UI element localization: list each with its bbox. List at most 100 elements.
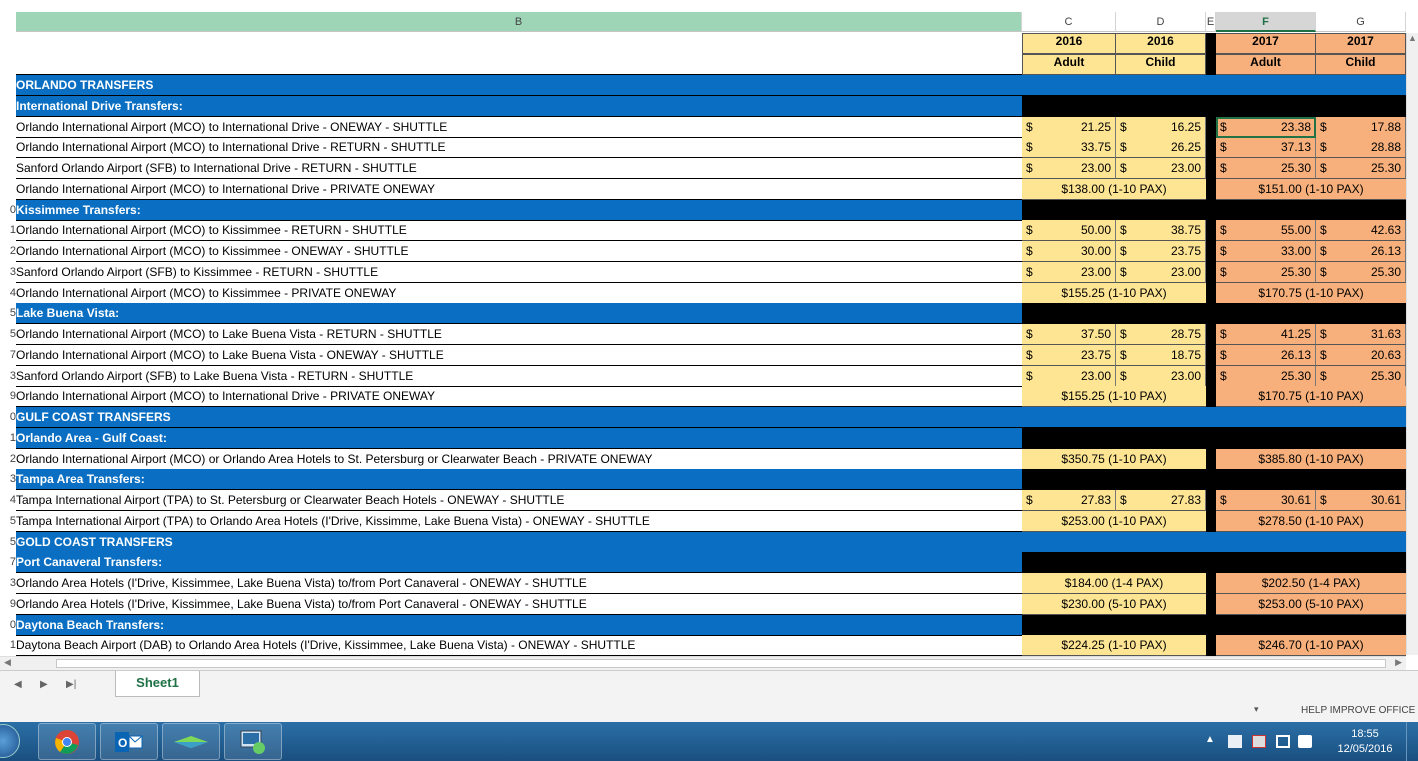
next-sheet-icon[interactable]: ▶ bbox=[40, 679, 48, 690]
price-cell-d[interactable]: $23.00 bbox=[1116, 366, 1206, 387]
price-cell-f[interactable]: $25.30 bbox=[1216, 262, 1316, 283]
row-number[interactable]: 4 bbox=[0, 287, 16, 299]
vertical-scrollbar[interactable]: ▲ bbox=[1406, 33, 1418, 655]
price-2017-cell[interactable]: $246.70 (1-10 PAX) bbox=[1216, 635, 1406, 656]
tray-expand-icon[interactable]: ▲ bbox=[1205, 734, 1215, 745]
display-icon[interactable] bbox=[1276, 735, 1290, 748]
network-icon[interactable] bbox=[1252, 735, 1266, 748]
column-header-e[interactable]: E bbox=[1206, 12, 1216, 32]
price-cell-f[interactable]: $30.61 bbox=[1216, 490, 1316, 511]
price-cell-f[interactable]: $23.38 bbox=[1216, 117, 1316, 138]
show-desktop-button[interactable] bbox=[1406, 722, 1418, 761]
help-improve-link[interactable]: HELP IMPROVE OFFICE bbox=[1301, 705, 1415, 716]
row-number[interactable]: 7 bbox=[0, 349, 16, 361]
price-cell-g[interactable]: $28.88 bbox=[1316, 137, 1406, 158]
scroll-up-icon[interactable]: ▲ bbox=[1407, 33, 1418, 43]
sheet-tab-sheet1[interactable]: Sheet1 bbox=[115, 671, 200, 697]
price-cell-d[interactable]: $27.83 bbox=[1116, 490, 1206, 511]
section-heading-cell[interactable]: Kissimmee Transfers: bbox=[16, 200, 1022, 221]
price-cell-f[interactable]: $55.00 bbox=[1216, 220, 1316, 241]
price-2017-cell[interactable]: $170.75 (1-10 PAX) bbox=[1216, 386, 1406, 407]
price-cell-g[interactable]: $25.30 bbox=[1316, 262, 1406, 283]
explorer-taskbar-button[interactable] bbox=[162, 723, 220, 760]
scroll-right-icon[interactable]: ▶ bbox=[1395, 657, 1402, 668]
price-2017-cell[interactable]: $385.80 (1-10 PAX) bbox=[1216, 449, 1406, 470]
price-cell-c[interactable]: $23.00 bbox=[1022, 262, 1116, 283]
price-cell-g[interactable]: $26.13 bbox=[1316, 241, 1406, 262]
row-number[interactable]: 4 bbox=[0, 494, 16, 506]
price-cell-g[interactable]: $25.30 bbox=[1316, 366, 1406, 387]
price-cell-d[interactable]: $38.75 bbox=[1116, 220, 1206, 241]
row-number[interactable]: 1 bbox=[0, 432, 16, 444]
route-description-cell[interactable]: Orlando International Airport (MCO) or O… bbox=[16, 449, 1022, 470]
section-heading-cell[interactable]: Daytona Beach Transfers: bbox=[16, 615, 1022, 636]
action-center-icon[interactable] bbox=[1228, 735, 1242, 748]
route-description-cell[interactable]: Orlando International Airport (MCO) to L… bbox=[16, 345, 1022, 366]
route-description-cell[interactable]: Sanford Orlando Airport (SFB) to Lake Bu… bbox=[16, 366, 1022, 387]
price-2016-cell[interactable]: $224.25 (1-10 PAX) bbox=[1022, 635, 1206, 656]
row-number[interactable]: 3 bbox=[0, 370, 16, 382]
price-cell-f[interactable]: $25.30 bbox=[1216, 158, 1316, 179]
row-number[interactable]: 5 bbox=[0, 536, 16, 548]
section-heading-cell[interactable]: Orlando Area - Gulf Coast: bbox=[16, 428, 1022, 449]
price-2017-cell[interactable]: $170.75 (1-10 PAX) bbox=[1216, 283, 1406, 304]
chrome-taskbar-button[interactable] bbox=[38, 723, 96, 760]
price-2017-cell[interactable]: $278.50 (1-10 PAX) bbox=[1216, 511, 1406, 532]
route-description-cell[interactable]: Orlando International Airport (MCO) to I… bbox=[16, 117, 1022, 138]
price-2017-cell[interactable]: $151.00 (1-10 PAX) bbox=[1216, 179, 1406, 200]
row-number[interactable]: 1 bbox=[0, 639, 16, 651]
price-cell-f[interactable]: $25.30 bbox=[1216, 366, 1316, 387]
start-button-icon[interactable] bbox=[0, 724, 20, 758]
price-2016-cell[interactable]: $138.00 (1-10 PAX) bbox=[1022, 179, 1206, 200]
row-number[interactable]: 7 bbox=[0, 556, 16, 568]
column-header-d[interactable]: D bbox=[1116, 12, 1206, 32]
volume-muted-icon[interactable] bbox=[1298, 735, 1312, 748]
row-number[interactable]: 3 bbox=[0, 473, 16, 485]
route-description-cell[interactable]: Orlando International Airport (MCO) to I… bbox=[16, 386, 1022, 407]
route-description-cell[interactable]: Orlando International Airport (MCO) to K… bbox=[16, 241, 1022, 262]
route-description-cell[interactable]: Orlando Area Hotels (I'Drive, Kissimmee,… bbox=[16, 573, 1022, 594]
clock[interactable]: 18:55 12/05/2016 bbox=[1330, 727, 1400, 757]
route-description-cell[interactable]: Tampa International Airport (TPA) to Orl… bbox=[16, 511, 1022, 532]
price-cell-f[interactable]: $41.25 bbox=[1216, 324, 1316, 345]
row-number[interactable]: 9 bbox=[0, 390, 16, 402]
column-header-c[interactable]: C bbox=[1022, 12, 1116, 32]
section-heading-cell[interactable]: Port Canaveral Transfers: bbox=[16, 552, 1022, 573]
price-2017-cell[interactable]: $202.50 (1-4 PAX) bbox=[1216, 573, 1406, 594]
section-heading-cell[interactable]: GOLD COAST TRANSFERS bbox=[16, 532, 1022, 553]
row-number[interactable]: 0 bbox=[0, 619, 16, 631]
price-cell-f[interactable]: $37.13 bbox=[1216, 137, 1316, 158]
section-heading-cell[interactable]: ORLANDO TRANSFERS bbox=[16, 75, 1022, 96]
price-2016-cell[interactable]: $350.75 (1-10 PAX) bbox=[1022, 449, 1206, 470]
scroll-thumb[interactable] bbox=[56, 659, 1386, 668]
section-heading-cell[interactable]: Lake Buena Vista: bbox=[16, 303, 1022, 324]
price-cell-d[interactable]: $16.25 bbox=[1116, 117, 1206, 138]
price-2017-cell[interactable]: $253.00 (5-10 PAX) bbox=[1216, 594, 1406, 615]
route-description-cell[interactable]: Sanford Orlando Airport (SFB) to Kissimm… bbox=[16, 262, 1022, 283]
row-number[interactable]: 1 bbox=[0, 224, 16, 236]
column-header-f[interactable]: F bbox=[1216, 12, 1316, 32]
price-cell-g[interactable]: $42.63 bbox=[1316, 220, 1406, 241]
price-cell-g[interactable]: $30.61 bbox=[1316, 490, 1406, 511]
price-2016-cell[interactable]: $155.25 (1-10 PAX) bbox=[1022, 386, 1206, 407]
row-number[interactable]: 3 bbox=[0, 577, 16, 589]
price-cell-g[interactable]: $25.30 bbox=[1316, 158, 1406, 179]
scroll-left-icon[interactable]: ◀ bbox=[4, 657, 11, 668]
outlook-taskbar-button[interactable]: O bbox=[100, 723, 158, 760]
prev-sheet-icon[interactable]: ◀ bbox=[14, 679, 22, 690]
price-2016-cell[interactable]: $184.00 (1-4 PAX) bbox=[1022, 573, 1206, 594]
price-cell-d[interactable]: $23.00 bbox=[1116, 262, 1206, 283]
row-number[interactable]: 0 bbox=[0, 204, 16, 216]
route-description-cell[interactable]: Tampa International Airport (TPA) to St.… bbox=[16, 490, 1022, 511]
price-cell-f[interactable]: $33.00 bbox=[1216, 241, 1316, 262]
column-header-g[interactable]: G bbox=[1316, 12, 1406, 32]
price-cell-d[interactable]: $23.75 bbox=[1116, 241, 1206, 262]
route-description-cell[interactable]: Daytona Beach Airport (DAB) to Orlando A… bbox=[16, 635, 1022, 656]
last-sheet-icon[interactable]: ▶| bbox=[66, 679, 76, 690]
row-number[interactable]: 5 bbox=[0, 307, 16, 319]
price-2016-cell[interactable]: $155.25 (1-10 PAX) bbox=[1022, 283, 1206, 304]
price-cell-g[interactable]: $17.88 bbox=[1316, 117, 1406, 138]
price-cell-g[interactable]: $20.63 bbox=[1316, 345, 1406, 366]
price-cell-c[interactable]: $37.50 bbox=[1022, 324, 1116, 345]
route-description-cell[interactable]: Orlando International Airport (MCO) to I… bbox=[16, 179, 1022, 200]
